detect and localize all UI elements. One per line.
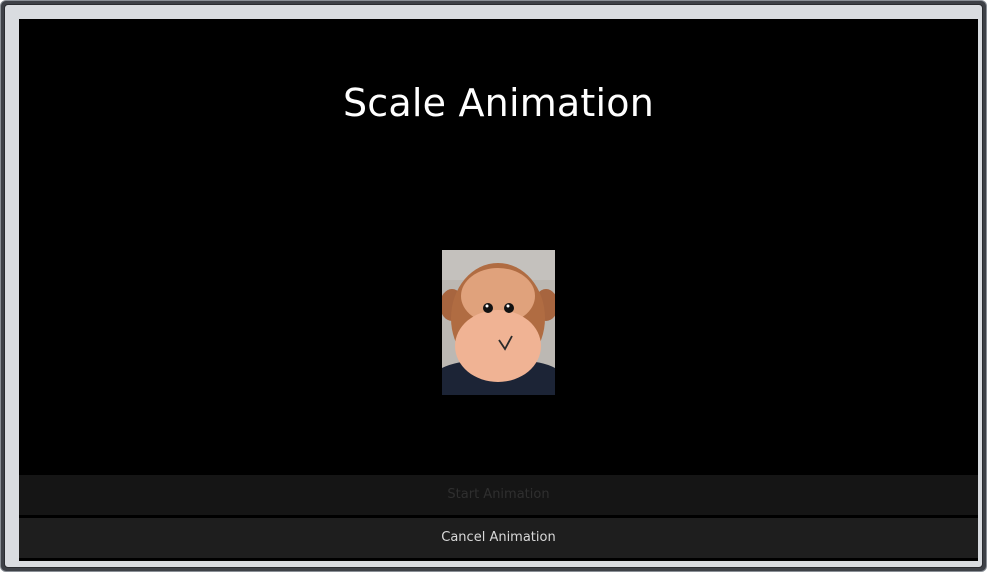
page-title: Scale Animation xyxy=(342,81,655,125)
window-body: Scale Animation Start Animation Cancel A… xyxy=(4,4,983,568)
app-surface: Scale Animation Start Animation Cancel A… xyxy=(19,19,978,561)
cancel-animation-button[interactable]: Cancel Animation xyxy=(19,518,978,558)
app-window: Scale Animation Start Animation Cancel A… xyxy=(0,0,987,572)
monkey-photo xyxy=(442,250,555,395)
start-animation-button[interactable]: Start Animation xyxy=(19,475,978,515)
bottom-strip xyxy=(19,558,978,561)
monkey-image xyxy=(442,250,555,395)
